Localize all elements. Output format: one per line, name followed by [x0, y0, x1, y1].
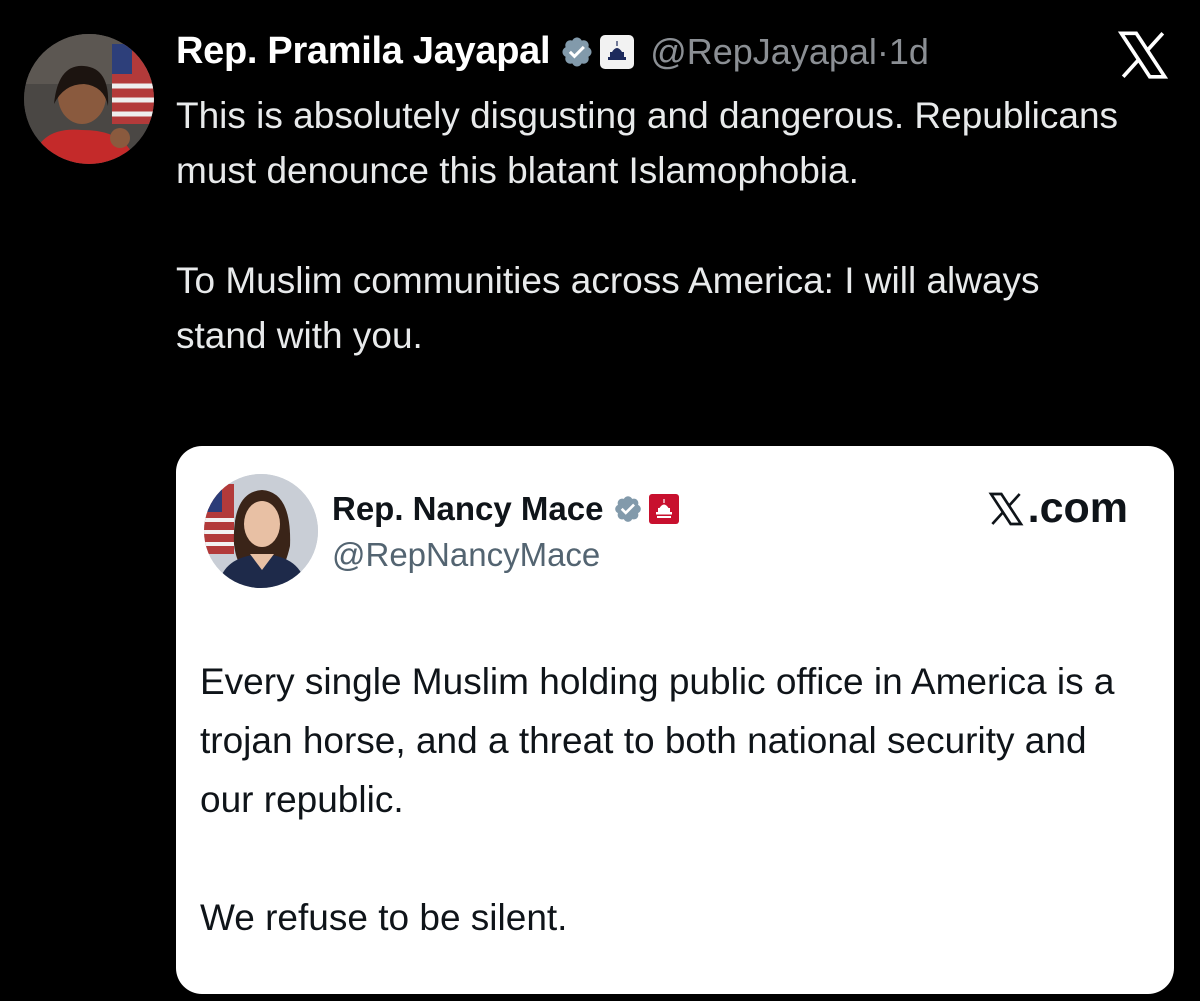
source-label: .com — [986, 484, 1128, 533]
verified-badge-icon — [562, 36, 592, 67]
verified-badge-icon — [615, 496, 642, 522]
author-avatar[interactable] — [24, 34, 154, 164]
author-avatar-image — [24, 34, 154, 164]
tweet-body: This is absolutely disgusting and danger… — [176, 88, 1126, 363]
gop-affiliation-icon[interactable] — [649, 494, 680, 524]
quoted-author-handle[interactable]: @RepNancyMace — [332, 536, 600, 574]
quoted-author-avatar[interactable] — [204, 474, 318, 588]
handle-separator: · — [876, 30, 889, 72]
quoted-tweet-body: Every single Muslim holding public offic… — [200, 652, 1150, 947]
author-name[interactable]: Rep. Pramila Jayapal — [176, 30, 551, 73]
quoted-tweet-paragraph: Every single Muslim holding public offic… — [200, 661, 1115, 820]
author-handle-text: @RepJayapal — [650, 30, 877, 72]
tweet-paragraph: This is absolutely disgusting and danger… — [176, 95, 1119, 191]
quoted-tweet-paragraph: We refuse to be silent. — [200, 897, 568, 938]
quoted-avatar-image — [204, 474, 318, 588]
capitol-affiliation-icon[interactable] — [600, 34, 635, 69]
quoted-author-name[interactable]: Rep. Nancy Mace — [332, 490, 603, 528]
tweet-header: Rep. Pramila Jayapal @RepJayapal·1d — [176, 30, 929, 73]
tweet-paragraph: To Muslim communities across America: I … — [176, 260, 1040, 356]
x-logo-icon[interactable] — [1114, 26, 1172, 84]
quoted-tweet-card[interactable]: Rep. Nancy Mace @RepNancyMace .com Every… — [176, 446, 1174, 994]
author-handle[interactable]: @RepJayapal·1d — [650, 31, 929, 73]
quoted-tweet-header: Rep. Nancy Mace — [332, 490, 680, 528]
tweet-timestamp[interactable]: 1d — [889, 31, 929, 72]
source-label-text: .com — [1027, 484, 1128, 532]
x-logo-icon — [988, 492, 1024, 525]
